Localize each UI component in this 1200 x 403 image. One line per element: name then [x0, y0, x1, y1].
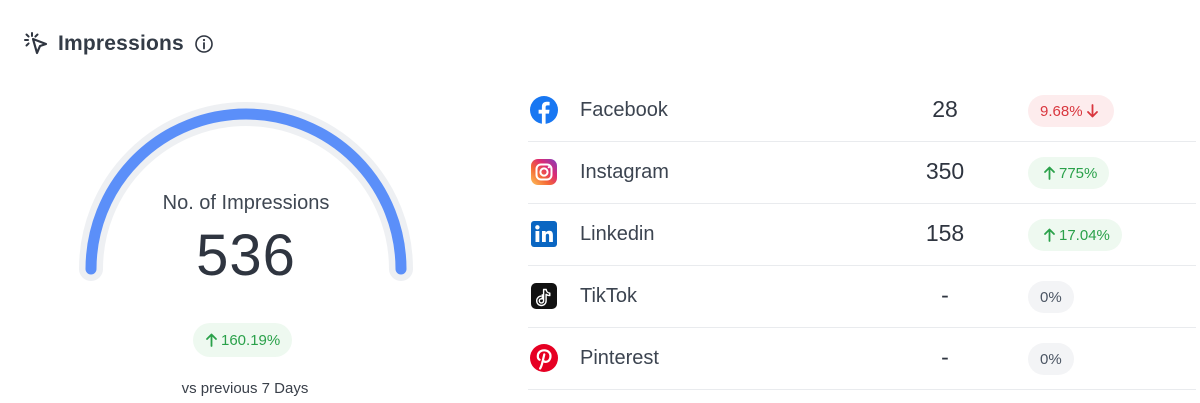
change-value: 0% — [1040, 350, 1062, 368]
platform-row-facebook: Facebook 28 9.68% — [528, 80, 1196, 142]
change-value: 0% — [1040, 288, 1062, 306]
change-badge: 0% — [1028, 343, 1074, 375]
platform-name: Instagram — [580, 161, 669, 183]
platform-count: 158 — [925, 220, 965, 246]
change-value: 775% — [1059, 164, 1098, 182]
widget-title: Impressions — [58, 32, 184, 55]
platform-name: Facebook — [580, 99, 668, 121]
tiktok-icon — [531, 283, 557, 309]
info-icon[interactable] — [194, 34, 214, 54]
gauge-label: No. of Impressions — [162, 192, 330, 214]
platform-name: Linkedin — [580, 223, 655, 245]
arrow-up-icon — [206, 333, 217, 347]
platform-count: 28 — [932, 96, 958, 122]
impressions-total: 536 — [196, 223, 296, 288]
change-badge: 775% — [1028, 157, 1110, 189]
platform-row-linkedin: Linkedin 158 17.04% — [528, 204, 1196, 266]
linkedin-icon — [531, 221, 557, 247]
change-badge: 17.04% — [1028, 219, 1122, 251]
change-badge: 0% — [1028, 281, 1074, 313]
arrow-up-icon — [1044, 166, 1055, 180]
facebook-icon — [530, 96, 558, 124]
platform-row-instagram: Instagram 350 775% — [528, 142, 1196, 204]
platform-row-pinterest: Pinterest - 0% — [528, 328, 1196, 390]
arrow-up-icon — [1044, 228, 1055, 242]
widget-header: Impressions — [22, 28, 214, 60]
total-change-value: 160.19% — [221, 331, 281, 349]
change-value: 17.04% — [1059, 226, 1110, 244]
platform-count: - — [941, 344, 949, 370]
platform-row-tiktok: TikTok - 0% — [528, 266, 1196, 328]
click-cursor-icon — [24, 32, 48, 55]
comparison-period: vs previous 7 Days — [181, 380, 309, 397]
change-badge: 9.68% — [1028, 95, 1114, 127]
total-change-badge: 160.19% — [193, 323, 293, 357]
platform-name: Pinterest — [580, 347, 659, 369]
platform-count: 350 — [925, 158, 965, 184]
impressions-gauge: No. of Impressions 536 — [70, 100, 422, 300]
change-value: 9.68% — [1040, 102, 1083, 120]
pinterest-icon — [530, 344, 558, 372]
instagram-icon — [531, 159, 557, 185]
platform-count: - — [941, 282, 949, 308]
platform-name: TikTok — [580, 285, 638, 307]
platform-list: Facebook 28 9.68% Instagram 350 775% Lin… — [528, 80, 1196, 390]
arrow-down-icon — [1086, 104, 1098, 118]
